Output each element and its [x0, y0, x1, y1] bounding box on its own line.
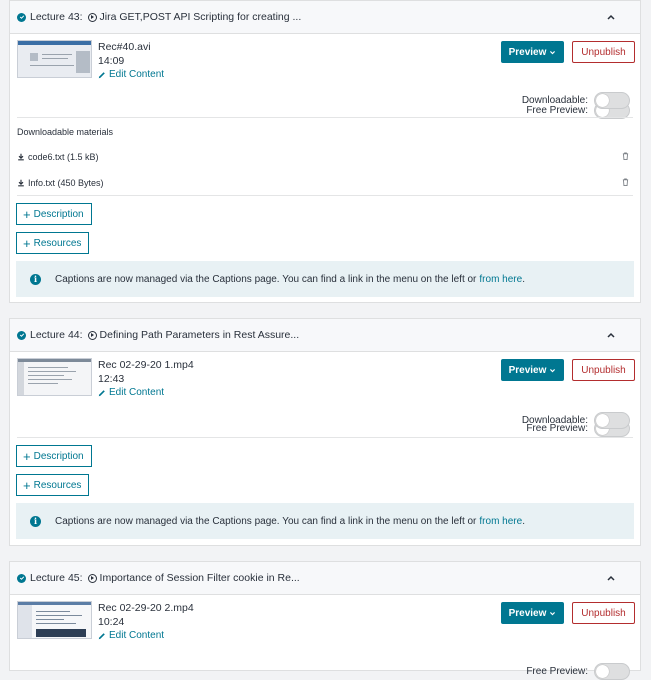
pencil-icon	[98, 632, 105, 639]
captions-notice: i Captions are now managed via the Capti…	[16, 261, 634, 297]
unpublish-button[interactable]: Unpublish	[572, 359, 635, 381]
downloadable-row: Downloadable:	[522, 92, 630, 109]
captions-link[interactable]: from here	[479, 516, 522, 527]
play-circle-icon	[87, 12, 97, 22]
downloadable-materials-title: Downloadable materials	[17, 127, 114, 137]
video-thumbnail[interactable]	[17, 358, 92, 396]
unpublish-button[interactable]: Unpublish	[572, 41, 635, 63]
captions-notice: i Captions are now managed via the Capti…	[16, 503, 634, 539]
check-circle-icon	[17, 573, 26, 583]
preview-button[interactable]: Preview	[501, 359, 564, 381]
lecture-number: Lecture 45:	[30, 572, 83, 584]
free-preview-label: Free Preview:	[526, 666, 588, 677]
plus-icon: +	[23, 206, 31, 222]
preview-button[interactable]: Preview	[501, 602, 564, 624]
edit-content-label: Edit Content	[109, 630, 165, 641]
edit-content-link[interactable]: Edit Content	[98, 387, 164, 398]
resources-label: Resources	[33, 237, 82, 249]
downloadable-toggle[interactable]	[594, 412, 630, 429]
check-circle-icon	[17, 330, 26, 340]
add-description-button[interactable]: + Description	[16, 203, 92, 225]
chevron-down-icon	[550, 611, 556, 615]
chevron-up-icon[interactable]	[606, 12, 616, 22]
captions-text-end: .	[522, 273, 525, 285]
captions-text-end: .	[522, 515, 525, 527]
info-icon: i	[30, 273, 41, 285]
info-icon: i	[30, 515, 41, 527]
check-circle-icon	[17, 12, 26, 22]
material-item[interactable]: Info.txt (450 Bytes)	[17, 178, 104, 188]
downloadable-row: Downloadable:	[522, 412, 630, 429]
material-name: code6.txt (1.5 kB)	[28, 152, 99, 162]
pencil-icon	[98, 71, 105, 78]
preview-label: Preview	[508, 364, 547, 376]
captions-text: Captions are now managed via the Caption…	[55, 273, 477, 285]
lecture-title: Importance of Session Filter cookie in R…	[99, 572, 300, 584]
edit-content-label: Edit Content	[109, 387, 165, 398]
edit-content-link[interactable]: Edit Content	[98, 630, 164, 641]
play-circle-icon	[87, 573, 97, 583]
lecture-card: Lecture 44: Defining Path Parameters in …	[9, 318, 641, 546]
lecture-header[interactable]: Lecture 45: Importance of Session Filter…	[10, 562, 640, 595]
duration: 12:43	[98, 373, 125, 385]
add-description-button[interactable]: + Description	[16, 445, 92, 467]
lecture-number: Lecture 44:	[30, 329, 83, 341]
download-icon	[18, 179, 24, 187]
video-thumbnail[interactable]	[17, 40, 92, 78]
pencil-icon	[98, 389, 105, 396]
downloadable-label: Downloadable:	[521, 95, 588, 106]
edit-content-label: Edit Content	[109, 69, 165, 80]
edit-content-link[interactable]: Edit Content	[98, 69, 164, 80]
chevron-up-icon[interactable]	[606, 573, 616, 583]
material-name: Info.txt (450 Bytes)	[28, 178, 104, 188]
duration: 10:24	[98, 616, 125, 628]
plus-icon: +	[23, 477, 31, 493]
media-row: Rec 02-29-20 2.mp4 10:24 Edit Content Pr…	[10, 595, 640, 680]
captions-link[interactable]: from here	[479, 274, 522, 285]
free-preview-row: Free Preview:	[526, 663, 630, 680]
captions-text: Captions are now managed via the Caption…	[55, 515, 477, 527]
lecture-number: Lecture 43:	[30, 11, 83, 23]
lecture-header[interactable]: Lecture 44: Defining Path Parameters in …	[10, 319, 640, 352]
chevron-up-icon[interactable]	[606, 330, 616, 340]
trash-icon[interactable]	[622, 152, 629, 160]
free-preview-toggle[interactable]	[594, 663, 630, 680]
material-item[interactable]: code6.txt (1.5 kB)	[17, 152, 99, 162]
lecture-card: Lecture 45: Importance of Session Filter…	[9, 561, 641, 680]
lecture-card: Lecture 43: Jira GET,POST API Scripting …	[9, 0, 641, 303]
preview-button[interactable]: Preview	[501, 41, 564, 63]
downloadable-toggle[interactable]	[594, 92, 630, 109]
play-circle-icon	[87, 330, 97, 340]
lecture-header[interactable]: Lecture 43: Jira GET,POST API Scripting …	[10, 1, 640, 34]
description-label: Description	[33, 450, 84, 462]
preview-label: Preview	[508, 607, 547, 619]
file-name: Rec#40.avi	[98, 41, 151, 53]
description-label: Description	[33, 208, 84, 220]
trash-icon[interactable]	[622, 178, 629, 186]
downloadable-label: Downloadable:	[521, 415, 588, 426]
file-name: Rec 02-29-20 1.mp4	[98, 359, 194, 371]
duration: 14:09	[98, 55, 125, 67]
lecture-title: Defining Path Parameters in Rest Assure.…	[99, 329, 300, 341]
chevron-down-icon	[550, 368, 556, 372]
unpublish-button[interactable]: Unpublish	[572, 602, 635, 624]
download-icon	[18, 153, 24, 161]
chevron-down-icon	[550, 50, 556, 54]
resources-label: Resources	[33, 479, 82, 491]
preview-label: Preview	[508, 46, 547, 58]
lecture-title: Jira GET,POST API Scripting for creating…	[99, 11, 302, 23]
video-thumbnail[interactable]	[17, 601, 92, 639]
plus-icon: +	[23, 235, 31, 251]
plus-icon: +	[23, 448, 31, 464]
add-resources-button[interactable]: + Resources	[16, 474, 90, 496]
file-name: Rec 02-29-20 2.mp4	[98, 602, 194, 614]
add-resources-button[interactable]: + Resources	[16, 232, 90, 254]
